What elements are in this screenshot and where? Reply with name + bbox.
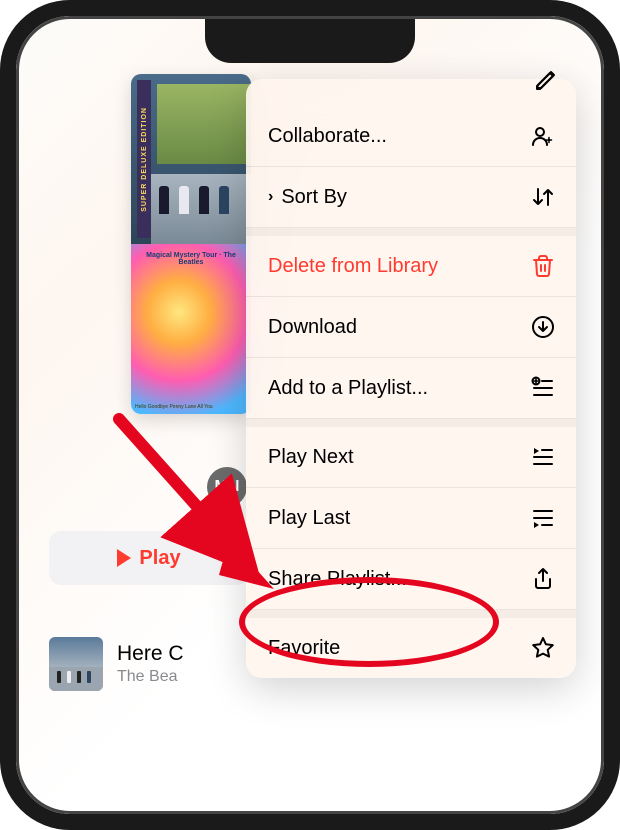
menu-label-add-playlist: Add to a Playlist... (268, 377, 428, 400)
menu-item-add-to-playlist[interactable]: Add to a Playlist... (246, 358, 576, 419)
menu-label-play-last: Play Last (268, 507, 350, 530)
menu-label-delete: Delete from Library (268, 255, 438, 278)
menu-item-delete[interactable]: Delete from Library (246, 236, 576, 297)
phone-notch (205, 19, 415, 63)
song-row[interactable]: Here C The Bea (49, 637, 184, 691)
play-last-icon (530, 505, 556, 531)
menu-item-share-playlist[interactable]: Share Playlist... (246, 549, 576, 610)
album2-tracks: Hello Goodbye Penny Lane All You (135, 405, 247, 411)
menu-label-download: Download (268, 316, 357, 339)
avatar-initials: MN (215, 478, 240, 496)
menu-label-sort-by: Sort By (281, 186, 347, 209)
menu-item-play-last[interactable]: Play Last (246, 488, 576, 549)
menu-label-favorite: Favorite (268, 637, 340, 660)
play-button-label: Play (139, 547, 180, 570)
download-icon (530, 314, 556, 340)
menu-item-collaborate[interactable]: Collaborate... (246, 79, 576, 167)
edit-icon[interactable] (533, 67, 559, 93)
play-button[interactable]: Play (49, 531, 249, 585)
play-next-icon (530, 444, 556, 470)
menu-item-favorite[interactable]: Favorite (246, 618, 576, 678)
collaborator-avatar[interactable]: MN (207, 467, 247, 507)
context-menu: Collaborate... › Sort By Delete from Lib… (246, 79, 576, 678)
sort-icon (530, 184, 556, 210)
song-thumbnail (49, 637, 103, 691)
album-side-label: SUPER DELUXE EDITION (141, 107, 148, 212)
album2-title: Magical Mystery Tour · The Beatles (139, 252, 243, 266)
person-add-icon (530, 123, 556, 149)
phone-frame: SUPER DELUXE EDITION Magical Mystery Tou… (0, 0, 620, 830)
menu-label-share: Share Playlist... (268, 568, 407, 591)
add-to-playlist-icon (530, 375, 556, 401)
play-icon (117, 549, 131, 567)
menu-label-play-next: Play Next (268, 446, 354, 469)
menu-item-play-next[interactable]: Play Next (246, 427, 576, 488)
chevron-right-icon: › (268, 188, 273, 206)
star-icon (530, 635, 556, 661)
share-icon (530, 566, 556, 592)
trash-icon (530, 253, 556, 279)
menu-label-collaborate: Collaborate... (268, 125, 387, 148)
song-title: Here C (117, 642, 184, 666)
menu-item-download[interactable]: Download (246, 297, 576, 358)
playlist-artwork: SUPER DELUXE EDITION Magical Mystery Tou… (131, 74, 251, 414)
song-artist: The Bea (117, 668, 184, 686)
menu-item-sort-by[interactable]: › Sort By (246, 167, 576, 228)
